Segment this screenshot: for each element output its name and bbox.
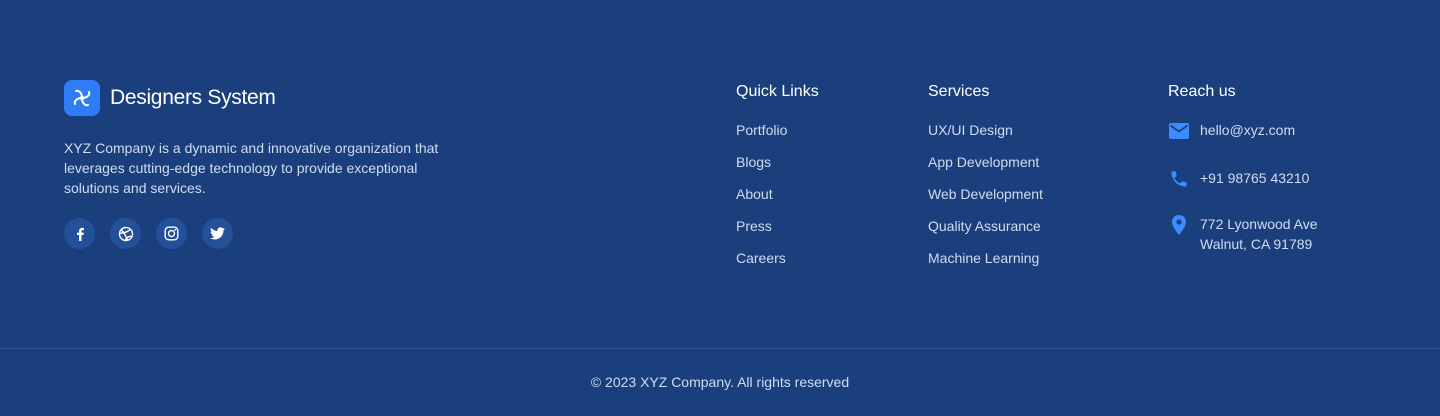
quick-link-portfolio[interactable]: Portfolio	[736, 122, 819, 154]
dribbble-icon[interactable]	[110, 218, 141, 249]
quick-links-title: Quick Links	[736, 83, 819, 100]
brand-header[interactable]: Designers System	[64, 80, 444, 116]
brand-section: Designers System XYZ Company is a dynami…	[64, 80, 444, 249]
contact-email[interactable]: hello@xyz.com	[1168, 120, 1295, 142]
quick-link-blogs[interactable]: Blogs	[736, 154, 819, 186]
quick-links-column: Quick Links Portfolio Blogs About Press …	[736, 82, 819, 282]
service-link-app-dev[interactable]: App Development	[928, 154, 1043, 186]
service-link-qa[interactable]: Quality Assurance	[928, 218, 1043, 250]
address-line-1: 772 Lyonwood Ave	[1200, 216, 1318, 232]
contact-phone[interactable]: +91 98765 43210	[1168, 168, 1309, 190]
facebook-icon[interactable]	[64, 218, 95, 249]
site-footer: Designers System XYZ Company is a dynami…	[0, 0, 1440, 416]
email-text: hello@xyz.com	[1200, 122, 1296, 138]
social-links	[64, 218, 444, 249]
services-list: UX/UI Design App Development Web Develop…	[928, 122, 1043, 282]
reach-us-column: Reach us hello@xyz.com +91 98765 43210 7…	[1168, 82, 1318, 252]
quick-link-about[interactable]: About	[736, 186, 819, 218]
services-column: Services UX/UI Design App Development We…	[928, 82, 1043, 282]
mail-icon	[1168, 120, 1190, 142]
reach-us-title: Reach us	[1168, 83, 1236, 100]
brand-name: Designers System	[110, 86, 276, 109]
service-link-uxui[interactable]: UX/UI Design	[928, 122, 1043, 154]
copyright-text: © 2023 XYZ Company. All rights reserved	[590, 374, 850, 390]
address-line-2: Walnut, CA 91789	[1200, 236, 1313, 252]
quick-links-list: Portfolio Blogs About Press Careers	[736, 122, 819, 282]
quick-link-press[interactable]: Press	[736, 218, 819, 250]
service-link-ml[interactable]: Machine Learning	[928, 250, 1043, 282]
instagram-icon[interactable]	[156, 218, 187, 249]
phone-text: +91 98765 43210	[1200, 170, 1310, 186]
address-text: 772 Lyonwood Ave Walnut, CA 91789	[1200, 214, 1318, 254]
pinwheel-logo-icon	[64, 80, 100, 116]
services-title: Services	[928, 83, 990, 100]
phone-icon	[1168, 168, 1190, 190]
twitter-icon[interactable]	[202, 218, 233, 249]
brand-description: XYZ Company is a dynamic and innovative …	[64, 140, 439, 196]
quick-link-careers[interactable]: Careers	[736, 250, 819, 282]
service-link-web-dev[interactable]: Web Development	[928, 186, 1043, 218]
location-pin-icon	[1168, 214, 1190, 236]
footer-divider	[0, 348, 1440, 349]
contact-address[interactable]: 772 Lyonwood Ave Walnut, CA 91789	[1168, 214, 1318, 254]
